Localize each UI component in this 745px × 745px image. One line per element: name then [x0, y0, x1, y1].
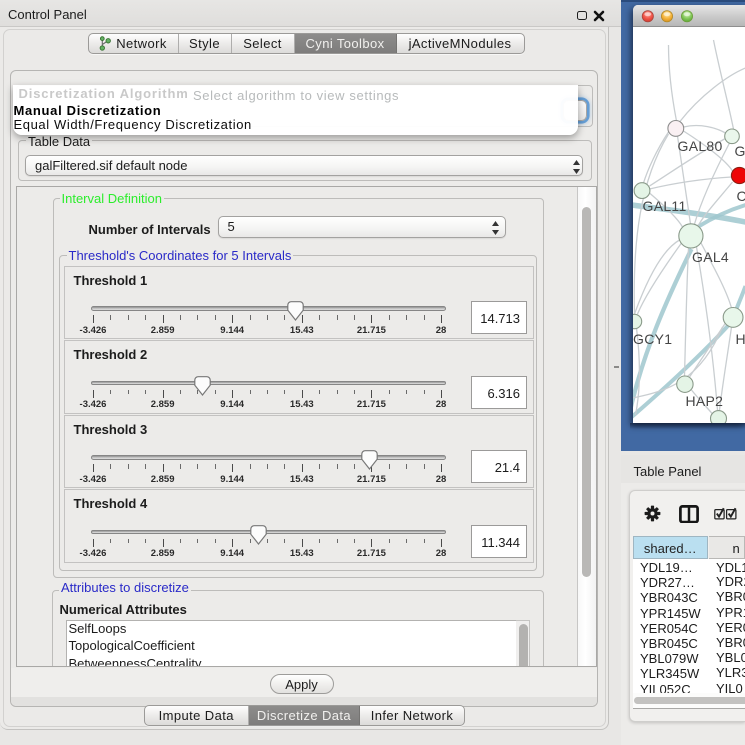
svg-text:GA: GA	[734, 143, 745, 159]
svg-text:HI: HI	[735, 331, 745, 347]
svg-text:GAL4: GAL4	[692, 249, 729, 265]
svg-text:CR: CR	[736, 188, 745, 204]
svg-text:GAL11: GAL11	[642, 198, 686, 214]
svg-text:GAL80: GAL80	[677, 138, 722, 154]
svg-text:GCY1: GCY1	[633, 331, 672, 347]
svg-text:HAP2: HAP2	[685, 393, 723, 409]
